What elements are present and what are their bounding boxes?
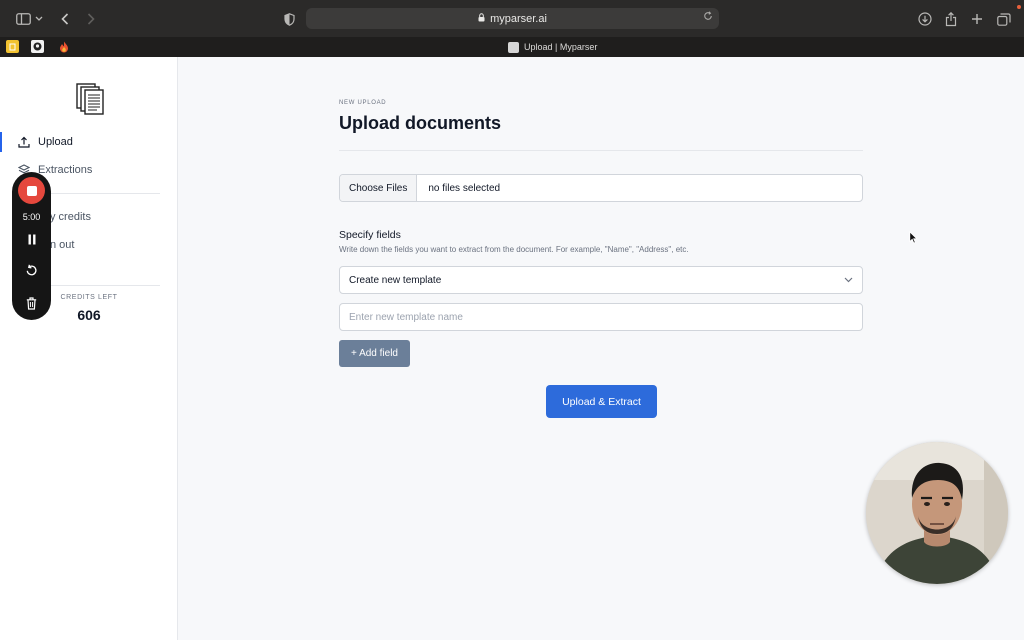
restart-icon <box>26 264 37 276</box>
share-icon[interactable] <box>942 10 960 28</box>
add-field-button[interactable]: + Add field <box>339 340 410 367</box>
bookmark-notes-icon[interactable] <box>6 40 19 53</box>
download-icon[interactable] <box>916 10 934 28</box>
chevron-down-icon[interactable] <box>33 10 45 28</box>
forward-icon[interactable] <box>82 10 100 28</box>
sidebar-toggle-icon[interactable] <box>14 10 32 28</box>
active-indicator <box>0 132 2 152</box>
delete-recording-button[interactable] <box>24 296 39 311</box>
address-bar[interactable]: myparser.ai <box>306 8 719 29</box>
fields-heading: Specify fields <box>339 229 401 241</box>
choose-files-button[interactable]: Choose Files <box>340 175 418 201</box>
pause-icon <box>28 234 35 245</box>
chevron-down-icon <box>844 275 853 286</box>
reload-icon[interactable] <box>703 11 713 24</box>
webcam-preview[interactable] <box>866 442 1008 584</box>
title-divider <box>339 150 863 151</box>
sidebar-item-label: y credits <box>50 211 91 223</box>
section-eyebrow: NEW UPLOAD <box>339 100 387 106</box>
tab-favicon-icon <box>508 41 519 53</box>
sidebar-item-label: Upload <box>38 136 73 148</box>
lock-icon <box>478 12 485 25</box>
tab-overview-icon[interactable] <box>995 10 1013 28</box>
documents-logo-icon[interactable] <box>76 83 104 120</box>
sidebar-item-upload[interactable]: Upload <box>0 132 178 152</box>
bookmark-github-icon[interactable] <box>31 40 44 53</box>
recording-timer: 5:00 <box>22 212 41 222</box>
active-tab[interactable]: Upload | Myparser <box>508 40 597 54</box>
template-select[interactable]: Create new template <box>339 266 863 294</box>
mouse-cursor-icon <box>909 230 918 249</box>
bookmark-flame-icon[interactable] <box>57 40 70 53</box>
upload-icon <box>18 136 30 148</box>
template-name-input[interactable] <box>339 303 863 331</box>
pause-button[interactable] <box>24 232 39 247</box>
notification-dot <box>1017 5 1021 9</box>
fields-help-text: Write down the fields you want to extrac… <box>339 245 689 254</box>
app-sidebar: Upload Extractions y credits n out CREDI… <box>0 57 178 640</box>
restart-button[interactable] <box>24 263 39 278</box>
upload-extract-button[interactable]: Upload & Extract <box>546 385 657 418</box>
tab-title: Upload | Myparser <box>524 42 598 52</box>
new-tab-plus-icon[interactable] <box>968 10 986 28</box>
tab-bar: Upload | Myparser <box>0 37 1024 57</box>
back-icon[interactable] <box>56 10 74 28</box>
file-picker[interactable]: Choose Files no files selected <box>339 174 863 202</box>
trash-icon <box>26 297 37 310</box>
stop-icon <box>26 185 37 196</box>
webcam-person-image <box>866 442 1008 584</box>
stop-recording-button[interactable] <box>18 177 45 204</box>
url-text: myparser.ai <box>490 12 547 25</box>
template-select-value: Create new template <box>349 274 442 286</box>
sidebar-item-label: Extractions <box>38 164 93 176</box>
privacy-shield-icon[interactable] <box>280 10 298 28</box>
file-status-text: no files selected <box>428 182 501 194</box>
page-title: Upload documents <box>339 113 502 133</box>
screen-recorder-controls: 5:00 <box>12 172 51 320</box>
browser-toolbar: myparser.ai <box>0 0 1024 37</box>
sidebar-item-label: n out <box>50 239 75 251</box>
